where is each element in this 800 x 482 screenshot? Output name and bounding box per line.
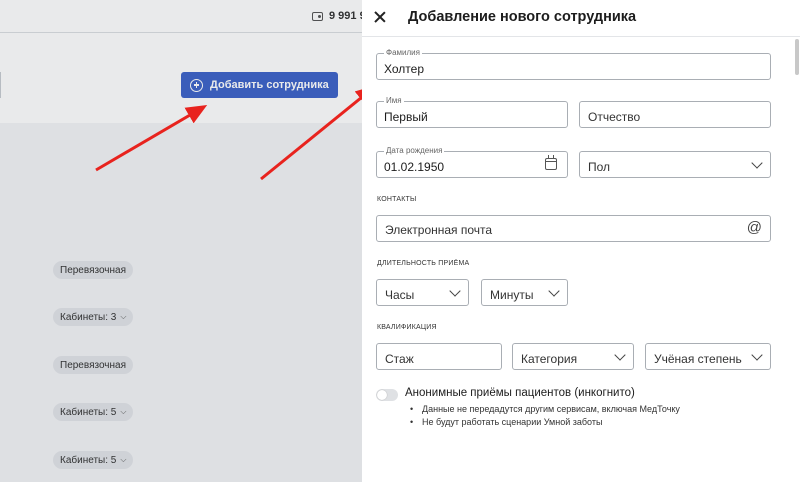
experience-placeholder: Стаж — [385, 352, 414, 366]
anonymous-note: Не будут работать сценарии Умной заботы — [410, 417, 602, 427]
gender-placeholder: Пол — [588, 160, 611, 174]
lastname-value: Холтер — [384, 62, 424, 76]
calendar-icon[interactable] — [545, 155, 557, 170]
minutes-select[interactable]: Минуты — [481, 279, 568, 306]
email-field[interactable]: Электронная почта @ — [376, 215, 771, 242]
chevron-down-icon — [449, 285, 461, 297]
anonymous-toggle[interactable] — [376, 389, 398, 401]
category-placeholder: Категория — [521, 352, 578, 366]
drawer-title: Добавление нового сотрудника — [408, 9, 637, 25]
duration-section-label: длительность приёма — [377, 260, 470, 267]
middlename-field[interactable]: Отчество — [579, 101, 771, 128]
chevron-down-icon — [614, 349, 626, 361]
hours-placeholder: Часы — [385, 288, 415, 302]
contacts-section-label: контакты — [377, 196, 417, 203]
birthdate-label: Дата рождения — [384, 146, 445, 156]
email-placeholder: Электронная почта — [385, 223, 493, 237]
arrow-to-add-button — [95, 104, 208, 172]
scrollbar[interactable] — [795, 39, 799, 75]
at-sign-icon: @ — [746, 219, 762, 236]
hours-select[interactable]: Часы — [376, 279, 469, 306]
firstname-field[interactable]: Имя Первый — [376, 96, 568, 128]
chevron-down-icon — [751, 349, 763, 361]
chevron-down-icon — [548, 285, 560, 297]
background-page: 9 991 9 Добавить сотрудника Перевязочная… — [0, 0, 362, 482]
birthdate-field[interactable]: Дата рождения 01.02.1950 — [376, 146, 568, 178]
experience-field[interactable]: Стаж — [376, 343, 502, 370]
qualification-section-label: квалификация — [377, 324, 437, 331]
birthdate-value: 01.02.1950 — [384, 160, 445, 174]
lastname-field[interactable]: Фамилия Холтер — [376, 48, 771, 80]
gender-select[interactable]: Пол — [579, 151, 771, 178]
lastname-label: Фамилия — [384, 48, 422, 58]
arrow-to-lastname — [260, 85, 362, 181]
anonymous-note: Данные не передадутся другим сервисам, в… — [410, 404, 680, 414]
annotation-arrows — [95, 85, 362, 181]
minutes-placeholder: Минуты — [490, 288, 534, 302]
chevron-down-icon — [751, 157, 763, 169]
degree-select[interactable]: Учёная степень — [645, 343, 771, 370]
drawer-header: Добавление нового сотрудника — [362, 0, 800, 36]
add-employee-drawer: Добавление нового сотрудника Фамилия Хол… — [362, 0, 800, 482]
firstname-value: Первый — [384, 110, 428, 124]
firstname-label: Имя — [384, 96, 404, 106]
drawer-body: Фамилия Холтер Имя Первый Отчество Дата … — [362, 36, 800, 482]
category-select[interactable]: Категория — [512, 343, 634, 370]
middlename-placeholder: Отчество — [588, 110, 641, 124]
anonymous-toggle-label: Анонимные приёмы пациентов (инкогнито) — [405, 387, 635, 399]
degree-placeholder: Учёная степень — [654, 352, 742, 366]
close-button[interactable] — [371, 8, 389, 26]
